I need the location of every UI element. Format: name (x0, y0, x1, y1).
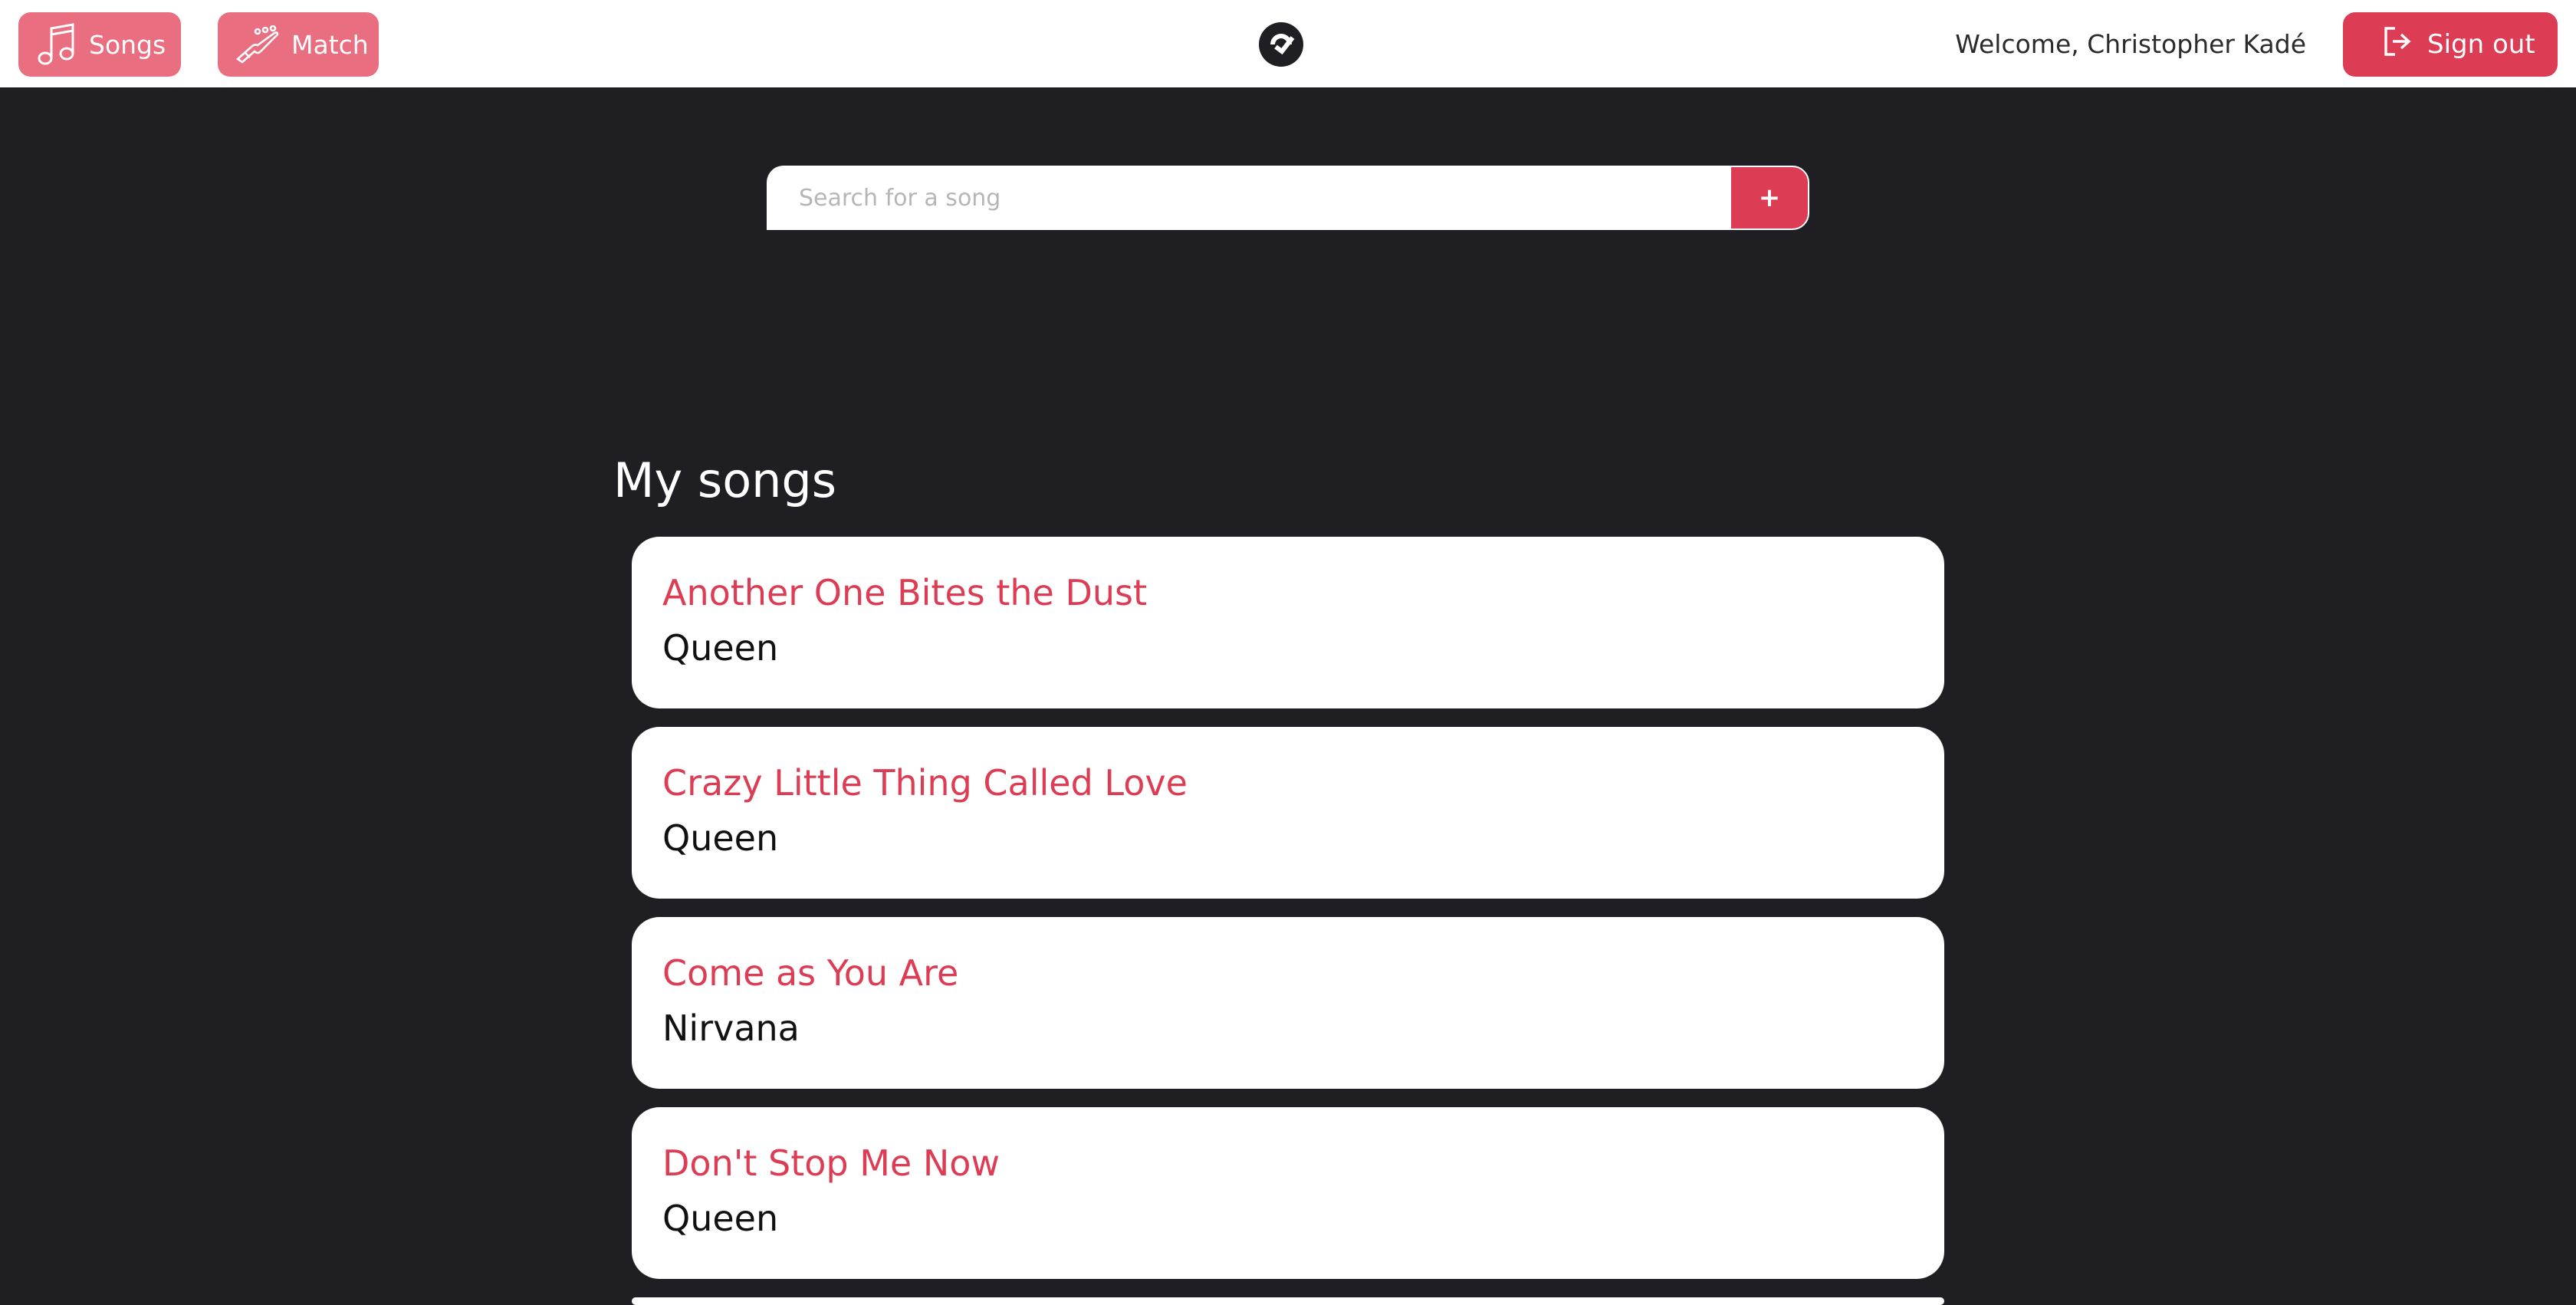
song-card[interactable]: Crazy Little Thing Called Love Queen (632, 727, 1944, 899)
song-artist: Queen (662, 1198, 779, 1239)
song-search-bar: + (767, 166, 1809, 230)
song-title: Come as You Are (662, 952, 959, 994)
sign-out-icon (2381, 25, 2413, 64)
sign-out-button[interactable]: Sign out (2343, 12, 2558, 77)
song-artist: Queen (662, 627, 779, 669)
song-artist: Nirvana (662, 1008, 800, 1049)
match-nav-label: Match (291, 29, 369, 60)
song-card[interactable]: Don't Stop Me Now Queen (632, 1107, 1944, 1279)
add-song-button[interactable]: + (1730, 166, 1809, 230)
app-logo-icon[interactable] (1257, 21, 1305, 68)
songs-nav-button[interactable]: Songs (18, 12, 181, 77)
match-nav-button[interactable]: Match (218, 12, 379, 77)
song-card[interactable]: Another One Bites the Dust Queen (632, 537, 1944, 708)
guitar-headstock-icon (235, 25, 281, 64)
welcome-message: Welcome, Christopher Kadé (1955, 28, 2306, 59)
song-card[interactable]: Come as You Are Nirvana (632, 917, 1944, 1089)
my-songs-heading: My songs (613, 452, 837, 508)
song-search-input[interactable] (767, 166, 1730, 230)
songs-nav-label: Songs (89, 29, 166, 60)
song-artist: Queen (662, 817, 779, 859)
song-title: Don't Stop Me Now (662, 1142, 1001, 1184)
song-card-partial[interactable] (632, 1297, 1944, 1305)
song-title: Another One Bites the Dust (662, 572, 1148, 613)
song-title: Crazy Little Thing Called Love (662, 762, 1188, 804)
sign-out-label: Sign out (2427, 29, 2535, 60)
music-note-icon (37, 22, 77, 67)
top-navigation-bar: Songs Match Welcome, Christopher Kadé Si… (0, 0, 2576, 87)
